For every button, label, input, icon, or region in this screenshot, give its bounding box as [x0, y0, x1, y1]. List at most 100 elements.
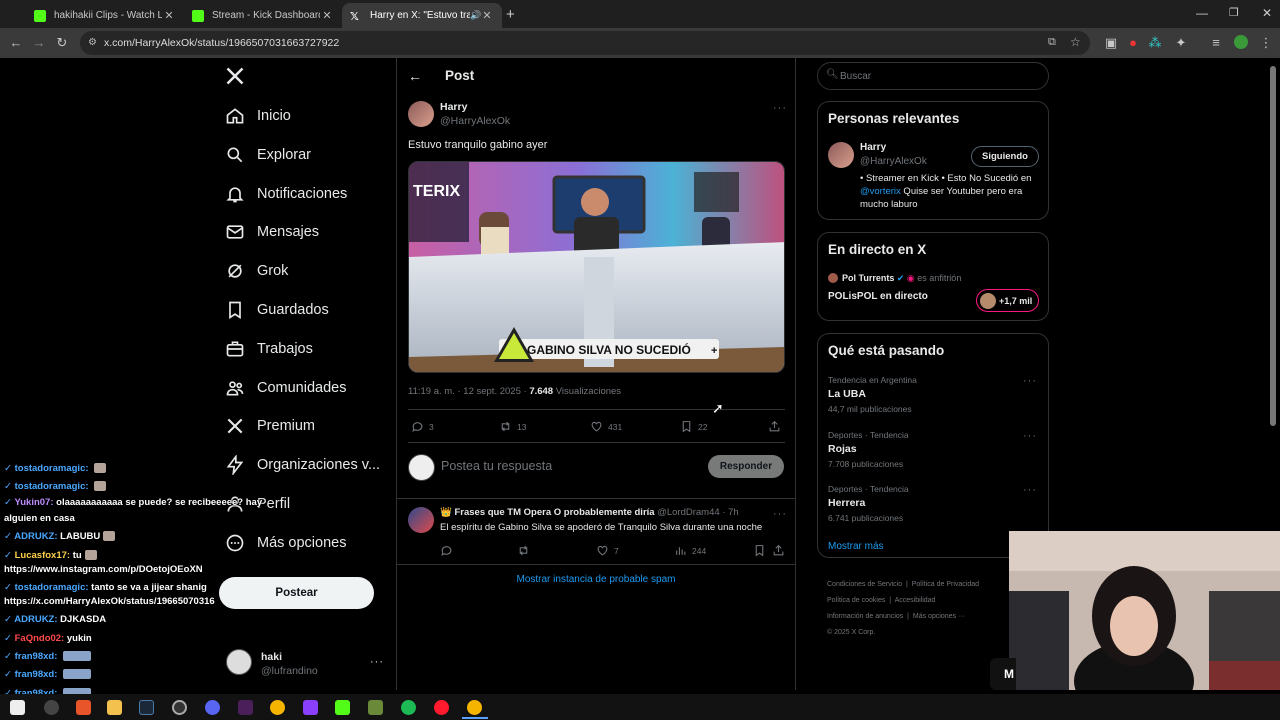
kick-icon[interactable] — [335, 700, 350, 715]
reload-icon[interactable]: ↻ — [54, 35, 70, 51]
maximize-icon[interactable]: ❐ — [1229, 6, 1239, 19]
reply-author-name[interactable]: Frases que TM Opera O probablemente dirí… — [454, 507, 654, 518]
puzzle-extensions-icon[interactable]: ✦ — [1173, 35, 1189, 51]
address-bar[interactable]: ⚙ x.com/HarryAlexOk/status/1966507031663… — [80, 31, 1090, 55]
reply-more-icon[interactable]: ··· — [773, 508, 787, 520]
chat-username[interactable]: tostadoramagic: — [15, 481, 89, 492]
author-avatar[interactable] — [408, 101, 434, 127]
following-button[interactable]: Siguiendo — [971, 146, 1039, 167]
author-handle[interactable]: @HarryAlexOk — [440, 115, 510, 127]
reply-time[interactable]: · 7h — [722, 507, 738, 518]
tab-kick-dashboard[interactable]: Stream - Kick Dashboard ✕ — [184, 3, 342, 28]
start-icon[interactable] — [10, 700, 25, 715]
post-button[interactable]: Postear — [219, 577, 374, 609]
x-logo-icon[interactable] — [225, 66, 245, 86]
chat-username[interactable]: FaQndo02: — [15, 633, 65, 644]
post-image[interactable]: TERIX GABINO SILVA NO SUCEDIÓ + — [408, 161, 785, 373]
chat-username[interactable]: Yukin07: — [14, 497, 53, 508]
chat-username[interactable]: ADRUKZ: — [14, 531, 57, 542]
minimize-icon[interactable]: — — [1196, 6, 1208, 20]
reply-views-action[interactable]: 244 — [674, 544, 706, 557]
account-avatar[interactable] — [226, 649, 252, 675]
chat-username[interactable]: fran98xd: — [15, 651, 58, 662]
host-name[interactable]: Pol Turrents — [842, 273, 894, 283]
reply-share-action[interactable] — [772, 544, 790, 557]
reply-author-handle[interactable]: @LordDram44 — [657, 507, 719, 518]
relevant-handle[interactable]: @HarryAlexOk — [860, 156, 927, 167]
nav-item-mensajes[interactable]: Mensajes — [225, 214, 319, 250]
chat-username[interactable]: tostadoramagic: — [15, 582, 89, 593]
share-action[interactable] — [768, 420, 786, 433]
repost-action[interactable]: 13 — [499, 420, 526, 433]
tab-kick-clips[interactable]: hakihakii Clips - Watch Live on ✕ — [26, 3, 184, 28]
close-tab-icon[interactable]: ✕ — [480, 9, 494, 22]
relevant-avatar[interactable] — [828, 142, 854, 168]
profile-avatar[interactable] — [1234, 35, 1248, 49]
relevant-name[interactable]: Harry — [860, 142, 886, 153]
chat-username[interactable]: Lucasfox17: — [15, 550, 70, 561]
account-menu-icon[interactable]: ··· — [370, 656, 384, 668]
live-space-title[interactable]: POLisPOL en directo — [828, 291, 928, 302]
file-explorer-icon[interactable] — [107, 700, 122, 715]
opera-icon[interactable] — [434, 700, 449, 715]
footer-link[interactable]: Política de Privacidad — [912, 581, 979, 588]
reply-author-avatar[interactable] — [408, 507, 434, 533]
bio-mention-link[interactable]: @vorterix — [860, 186, 901, 197]
listeners-badge[interactable]: +1,7 mil — [976, 289, 1039, 312]
reply-repost-action[interactable] — [517, 544, 535, 557]
footer-link[interactable]: Accesibilidad — [895, 597, 936, 604]
footer-link[interactable]: Condiciones de Servicio — [827, 581, 902, 588]
reply-like-action[interactable]: 7 — [596, 544, 619, 557]
host-avatar[interactable] — [828, 273, 838, 283]
playlist-icon[interactable]: ≡ — [1208, 35, 1224, 51]
nav-item-más-opciones[interactable]: Más opciones — [225, 525, 346, 561]
trend-item[interactable]: Deportes · Tendencia Herrera 6.741 publica… — [828, 484, 1038, 523]
trend-item[interactable]: Deportes · Tendencia Rojas 7.708 publicaci… — [828, 430, 1038, 469]
close-window-icon[interactable]: ✕ — [1262, 6, 1272, 20]
nav-item-explorar[interactable]: Explorar — [225, 137, 311, 173]
search-input[interactable]: Buscar — [840, 71, 871, 82]
spotify-icon[interactable] — [401, 700, 416, 715]
discord-icon[interactable] — [205, 700, 220, 715]
chrome-active-icon[interactable] — [467, 700, 482, 715]
app-icon[interactable] — [303, 700, 318, 715]
chrome-icon[interactable] — [270, 700, 285, 715]
trend-more-icon[interactable]: ··· — [1023, 484, 1037, 496]
brave-icon[interactable] — [76, 700, 91, 715]
nav-item-inicio[interactable]: Inicio — [225, 98, 291, 134]
footer-link[interactable]: Política de cookies — [827, 597, 885, 604]
nav-item-comunidades[interactable]: Comunidades — [225, 370, 346, 406]
app-icon[interactable] — [238, 700, 253, 715]
like-action[interactable]: 431 — [590, 420, 622, 433]
nav-item-grok[interactable]: Grok — [225, 253, 288, 289]
post-more-icon[interactable]: ··· — [773, 102, 787, 114]
tab-x-post[interactable]: 𝕏 Harry en X: "Estuvo tranqui 🔊 ✕ — [342, 3, 502, 28]
post-date[interactable]: 12 sept. 2025 — [463, 386, 521, 397]
obs-icon[interactable] — [172, 700, 187, 715]
star-icon[interactable]: ☆ — [1070, 35, 1081, 49]
show-spam-link[interactable]: Mostrar instancia de probable spam — [397, 574, 795, 585]
url-text[interactable]: x.com/HarryAlexOk/status/196650703166372… — [104, 37, 339, 49]
close-tab-icon[interactable]: ✕ — [320, 9, 334, 22]
trend-item[interactable]: Tendencia en Argentina La UBA 44,7 mil pub… — [828, 375, 1038, 414]
translate-extension-icon[interactable]: ⁂ — [1147, 35, 1163, 51]
reply-input[interactable]: Postea tu respuesta — [441, 459, 552, 473]
reply-button[interactable]: Responder — [708, 455, 784, 478]
minecraft-icon[interactable] — [368, 700, 383, 715]
cast-icon[interactable]: ⧉ — [1048, 36, 1056, 49]
post-time[interactable]: 11:19 a. m. — [408, 386, 455, 397]
back-arrow-icon[interactable]: ← — [408, 68, 422, 84]
footer-link[interactable]: Información de anuncios — [827, 613, 903, 620]
page-scrollbar[interactable] — [1270, 66, 1276, 426]
search-taskbar-icon[interactable] — [44, 700, 59, 715]
account-name[interactable]: haki — [261, 651, 282, 663]
menu-icon[interactable]: ⋮ — [1258, 35, 1274, 51]
steam-icon[interactable] — [139, 700, 154, 715]
nav-item-guardados[interactable]: Guardados — [225, 292, 329, 328]
new-tab-icon[interactable]: + — [506, 6, 515, 23]
show-more-link[interactable]: Mostrar más — [828, 541, 884, 552]
nav-item-organizaciones-v[interactable]: Organizaciones v... — [225, 447, 380, 483]
audio-icon[interactable]: 🔊 — [470, 10, 481, 21]
composer-avatar[interactable] — [408, 454, 435, 481]
search-box[interactable]: 🔍︎ Buscar — [817, 62, 1049, 90]
